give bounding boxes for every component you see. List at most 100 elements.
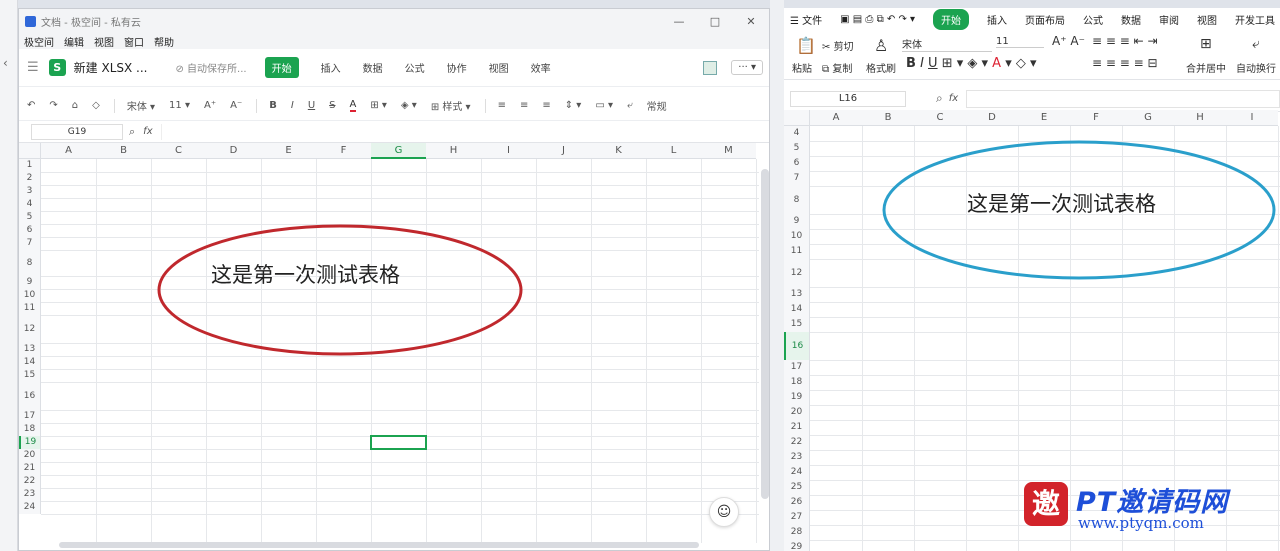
row-header-17[interactable]: 17 xyxy=(19,410,41,423)
alignment-icons-row1[interactable]: ≡ ≡ ≡ ⇤ ⇥ xyxy=(1092,34,1158,48)
strikethrough-button[interactable]: S xyxy=(329,100,335,111)
format-painter-icon[interactable]: ⌂ xyxy=(72,100,78,111)
assistant-icon[interactable]: ☺ xyxy=(709,497,739,527)
column-header-g[interactable]: G xyxy=(371,143,426,159)
undo-icon[interactable]: ↶ xyxy=(27,100,35,111)
tab-formula[interactable]: 公式 xyxy=(1083,12,1103,27)
fill-color-icon[interactable]: ◈ ▾ xyxy=(401,100,417,111)
column-header-f[interactable]: F xyxy=(316,143,371,159)
column-header-c[interactable]: C xyxy=(914,110,966,126)
name-box[interactable]: L16 xyxy=(790,90,906,107)
tab-insert[interactable]: 插入 xyxy=(321,60,341,75)
cut-button[interactable]: ✂ 剪切 xyxy=(822,38,854,53)
zoom-search-icon[interactable]: ⌕ xyxy=(129,125,135,139)
column-header-d[interactable]: D xyxy=(206,143,261,159)
align-right-icon[interactable]: ≡ xyxy=(542,100,550,111)
tab-page-layout[interactable]: 页面布局 xyxy=(1025,12,1065,27)
row-header-10[interactable]: 10 xyxy=(19,289,41,302)
horizontal-scrollbar[interactable] xyxy=(59,542,699,548)
row-header-9[interactable]: 9 xyxy=(784,214,810,229)
row-header-5[interactable]: 5 xyxy=(19,211,41,224)
tab-insert[interactable]: 插入 xyxy=(987,12,1007,27)
row-header-10[interactable]: 10 xyxy=(784,229,810,244)
align-left-icon[interactable]: ≡ xyxy=(498,100,506,111)
row-header-24[interactable]: 24 xyxy=(784,465,810,480)
name-box[interactable]: G19 xyxy=(31,123,123,140)
fx-icon[interactable]: fx xyxy=(143,126,152,137)
row-header-7[interactable]: 7 xyxy=(784,171,810,186)
grid-corner[interactable] xyxy=(784,110,810,126)
column-header-f[interactable]: F xyxy=(1070,110,1122,126)
font-resize-icons[interactable]: A⁺ A⁻ xyxy=(1052,34,1085,48)
column-header-a[interactable]: A xyxy=(810,110,862,126)
font-style-icons[interactable]: B I U ⊞ ▾ ◈ ▾ A ▾ ◇ ▾ xyxy=(906,56,1037,71)
row-header-1[interactable]: 1 xyxy=(19,159,41,172)
menu-item-edit[interactable]: 编辑 xyxy=(64,34,84,49)
row-header-4[interactable]: 4 xyxy=(19,198,41,211)
hamburger-icon[interactable]: ☰ xyxy=(27,60,39,75)
increase-font-icon[interactable]: A⁺ xyxy=(204,100,216,111)
formula-input[interactable] xyxy=(966,89,1280,108)
vertical-align-icon[interactable]: ⇕ ▾ xyxy=(565,100,582,111)
row-header-21[interactable]: 21 xyxy=(784,420,810,435)
tab-start[interactable]: 开始 xyxy=(264,57,299,78)
column-header-g[interactable]: G xyxy=(1122,110,1174,126)
row-header-25[interactable]: 25 xyxy=(784,480,810,495)
column-header-d[interactable]: D xyxy=(966,110,1018,126)
row-header-6[interactable]: 6 xyxy=(19,224,41,237)
zoom-search-icon[interactable]: ⌕ xyxy=(936,91,943,106)
row-header-7[interactable]: 7 xyxy=(19,237,41,250)
row-header-17[interactable]: 17 xyxy=(784,360,810,375)
tab-start[interactable]: 开始 xyxy=(933,8,970,30)
auto-wrap-button[interactable]: 自动换行 xyxy=(1236,60,1276,75)
selected-cell[interactable] xyxy=(370,435,427,450)
row-header-18[interactable]: 18 xyxy=(784,375,810,390)
tab-formula[interactable]: 公式 xyxy=(405,60,425,75)
row-header-8[interactable]: 8 xyxy=(19,250,41,276)
font-family-select[interactable]: 宋体 ▾ xyxy=(127,98,155,113)
column-header-i[interactable]: I xyxy=(1226,110,1278,126)
number-format-select[interactable]: 常规 xyxy=(647,98,667,113)
row-header-2[interactable]: 2 xyxy=(19,172,41,185)
redo-icon[interactable]: ↷ xyxy=(49,100,57,111)
tab-data[interactable]: 数据 xyxy=(363,60,383,75)
tab-collaborate[interactable]: 协作 xyxy=(447,60,467,75)
vertical-scrollbar[interactable] xyxy=(761,169,769,499)
formula-input[interactable] xyxy=(160,123,769,140)
row-header-12[interactable]: 12 xyxy=(19,315,41,343)
row-header-11[interactable]: 11 xyxy=(784,244,810,259)
column-header-a[interactable]: A xyxy=(41,143,96,159)
row-header-6[interactable]: 6 xyxy=(784,156,810,171)
row-header-20[interactable]: 20 xyxy=(19,449,41,462)
row-header-26[interactable]: 26 xyxy=(784,495,810,510)
column-header-b[interactable]: B xyxy=(96,143,151,159)
column-header-h[interactable]: H xyxy=(1174,110,1226,126)
wrap-icon[interactable]: ⤶ xyxy=(1252,36,1260,52)
row-header-3[interactable]: 3 xyxy=(19,185,41,198)
paste-icon[interactable]: 📋 xyxy=(796,36,816,55)
menu-item-window[interactable]: 窗口 xyxy=(124,34,144,49)
wrap-text-icon[interactable]: ⤶ xyxy=(627,100,633,111)
row-header-28[interactable]: 28 xyxy=(784,525,810,540)
menu-item-help[interactable]: 帮助 xyxy=(154,34,174,49)
row-header-20[interactable]: 20 xyxy=(784,405,810,420)
row-header-29[interactable]: 29 xyxy=(784,540,810,551)
eraser-icon[interactable]: ◇ xyxy=(92,100,100,111)
maximize-button[interactable]: □ xyxy=(697,15,733,28)
column-header-b[interactable]: B xyxy=(862,110,914,126)
red-ellipse-shape[interactable] xyxy=(155,223,525,359)
alignment-icons-row2[interactable]: ≡ ≡ ≡ ≡ ⊟ xyxy=(1092,56,1158,70)
menu-file[interactable]: ☰ 文件 xyxy=(790,12,822,27)
underline-button[interactable]: U xyxy=(308,100,315,111)
font-family-select[interactable]: 宋体 xyxy=(902,36,992,52)
row-header-5[interactable]: 5 xyxy=(784,141,810,156)
tab-view[interactable]: 视图 xyxy=(1197,12,1217,27)
copy-button[interactable]: ⧉ 复制 xyxy=(822,60,852,75)
row-header-23[interactable]: 23 xyxy=(19,488,41,501)
format-painter-icon[interactable]: ♙ xyxy=(874,36,888,55)
row-header-19[interactable]: 19 xyxy=(784,390,810,405)
chevron-left-icon[interactable]: ‹ xyxy=(3,56,8,70)
font-color-button[interactable]: A xyxy=(349,99,357,112)
row-header-13[interactable]: 13 xyxy=(19,343,41,356)
row-header-14[interactable]: 14 xyxy=(19,356,41,369)
